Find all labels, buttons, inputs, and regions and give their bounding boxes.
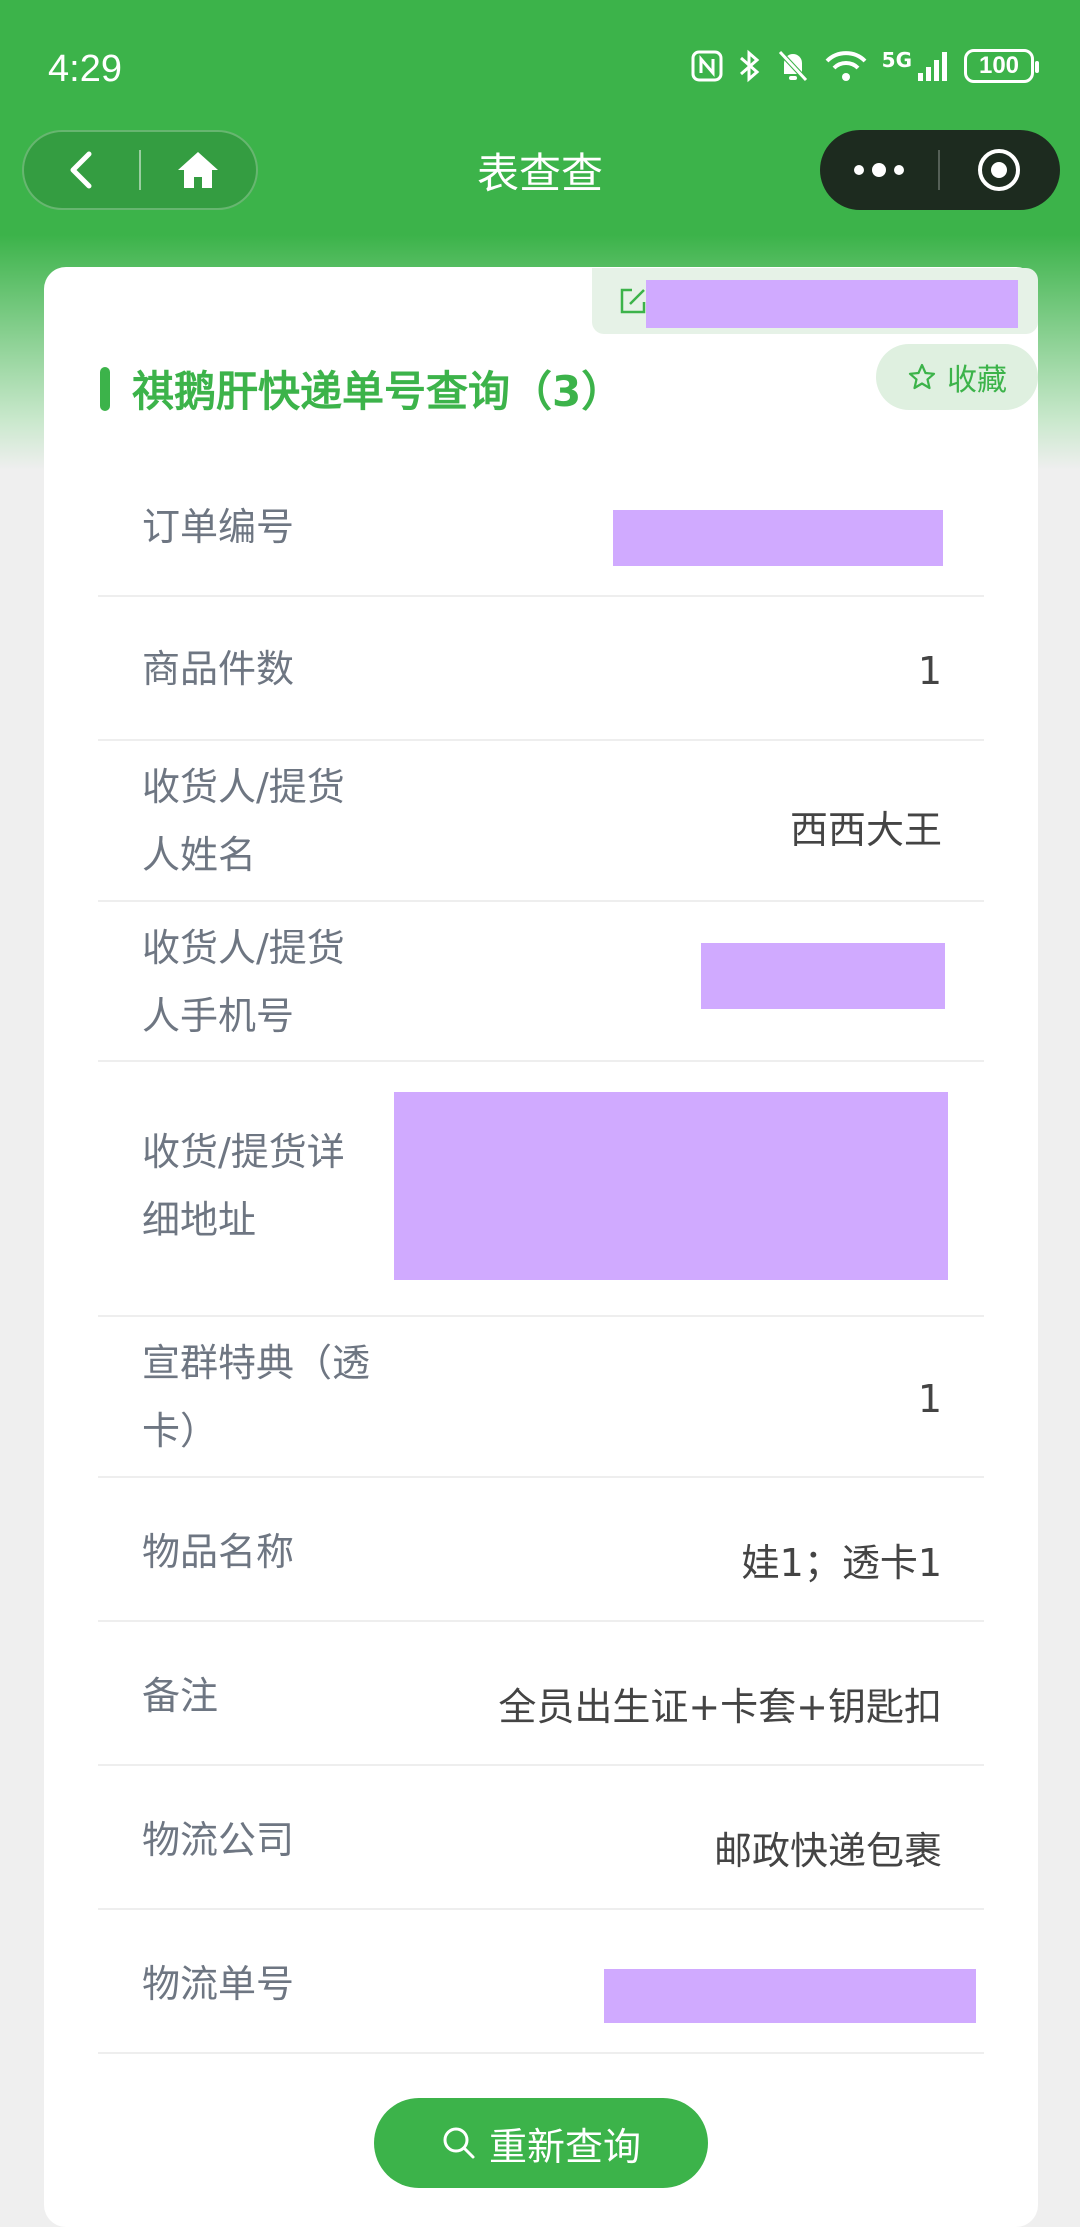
detail-label: 收货人/提货人手机号: [142, 926, 345, 1038]
network-type: 5G: [881, 48, 912, 72]
search-icon: [443, 2127, 475, 2159]
more-icon: [854, 163, 904, 177]
detail-label: 物品名称: [142, 1530, 295, 1574]
query-title: 祺鹅肝快递单号查询（3）: [100, 358, 623, 419]
bluetooth-icon: [739, 49, 759, 83]
nfc-icon: [691, 50, 723, 82]
battery-level: 100: [978, 52, 1020, 79]
status-icons: 5G 100: [690, 48, 1039, 84]
detail-list: 订单编号 商品件数 1 收货人/提货人姓名 西西大王 收货人/提货人手机号 收货…: [98, 453, 984, 2054]
detail-value: 娃1；透卡1: [741, 1541, 942, 1585]
battery-indicator: 100: [964, 49, 1039, 83]
detail-label: 备注: [142, 1674, 219, 1718]
detail-row-address: 收货/提货详细地址: [98, 1062, 984, 1317]
detail-label: 宣群特典（透卡）: [142, 1341, 371, 1453]
detail-value: 西西大王: [789, 808, 942, 852]
detail-value: 邮政快递包裹: [713, 1829, 942, 1873]
home-button[interactable]: [141, 130, 256, 210]
home-icon: [178, 152, 219, 188]
detail-label: 订单编号: [142, 505, 295, 549]
redacted-value: [394, 1092, 948, 1280]
detail-value: 1: [917, 1377, 942, 1421]
redacted-value: [701, 943, 945, 1009]
favorite-label: 收藏: [947, 363, 1007, 398]
mute-bell-icon: [777, 50, 808, 82]
status-bar: 4:29 5G 100: [0, 0, 1080, 130]
detail-row-order-no: 订单编号: [98, 453, 984, 597]
detail-label: 物流单号: [142, 1962, 295, 2006]
page-title: 表查查: [476, 149, 603, 198]
back-icon: [70, 151, 91, 189]
detail-row-recipient-phone: 收货人/提货人手机号: [98, 902, 984, 1062]
title-accent-bar: [100, 366, 110, 411]
detail-value: 1: [917, 649, 942, 693]
wifi-icon: [825, 51, 867, 81]
redacted-value: [604, 1969, 976, 2023]
requery-label: 重新查询: [488, 2124, 641, 2169]
detail-row-courier: 物流公司 邮政快递包裹: [98, 1766, 984, 1910]
more-button[interactable]: [820, 130, 938, 210]
target-icon: [978, 149, 1020, 191]
detail-label: 收货人/提货人姓名: [142, 765, 345, 877]
detail-label: 物流公司: [142, 1818, 295, 1862]
detail-label: 收货/提货详细地址: [142, 1130, 345, 1242]
requery-button[interactable]: 重新查询: [374, 2098, 708, 2188]
redacted-block: [646, 280, 1018, 328]
detail-value: 全员出生证+卡套+钥匙扣: [498, 1685, 942, 1729]
status-time: 4:29: [48, 48, 122, 90]
favorite-button[interactable]: 收藏: [876, 344, 1038, 410]
mini-program-capsule: [820, 130, 1060, 210]
detail-label: 商品件数: [142, 647, 295, 691]
detail-row-bonus: 宣群特典（透卡） 1: [98, 1317, 984, 1478]
query-title-text: 祺鹅肝快递单号查询（3）: [132, 367, 624, 416]
edit-icon: [620, 288, 646, 314]
detail-row-remark: 备注 全员出生证+卡套+钥匙扣: [98, 1622, 984, 1766]
back-button[interactable]: [24, 130, 139, 210]
redacted-value: [613, 510, 943, 566]
star-icon: [908, 363, 936, 390]
signal-icon: [918, 52, 947, 81]
detail-row-recipient-name: 收货人/提货人姓名 西西大王: [98, 741, 984, 902]
close-mini-program-button[interactable]: [940, 130, 1058, 210]
detail-row-tracking-no: 物流单号: [98, 1910, 984, 2054]
detail-row-item-name: 物品名称 娃1；透卡1: [98, 1478, 984, 1622]
detail-row-quantity: 商品件数 1: [98, 597, 984, 741]
nav-capsule-left: [22, 130, 258, 210]
